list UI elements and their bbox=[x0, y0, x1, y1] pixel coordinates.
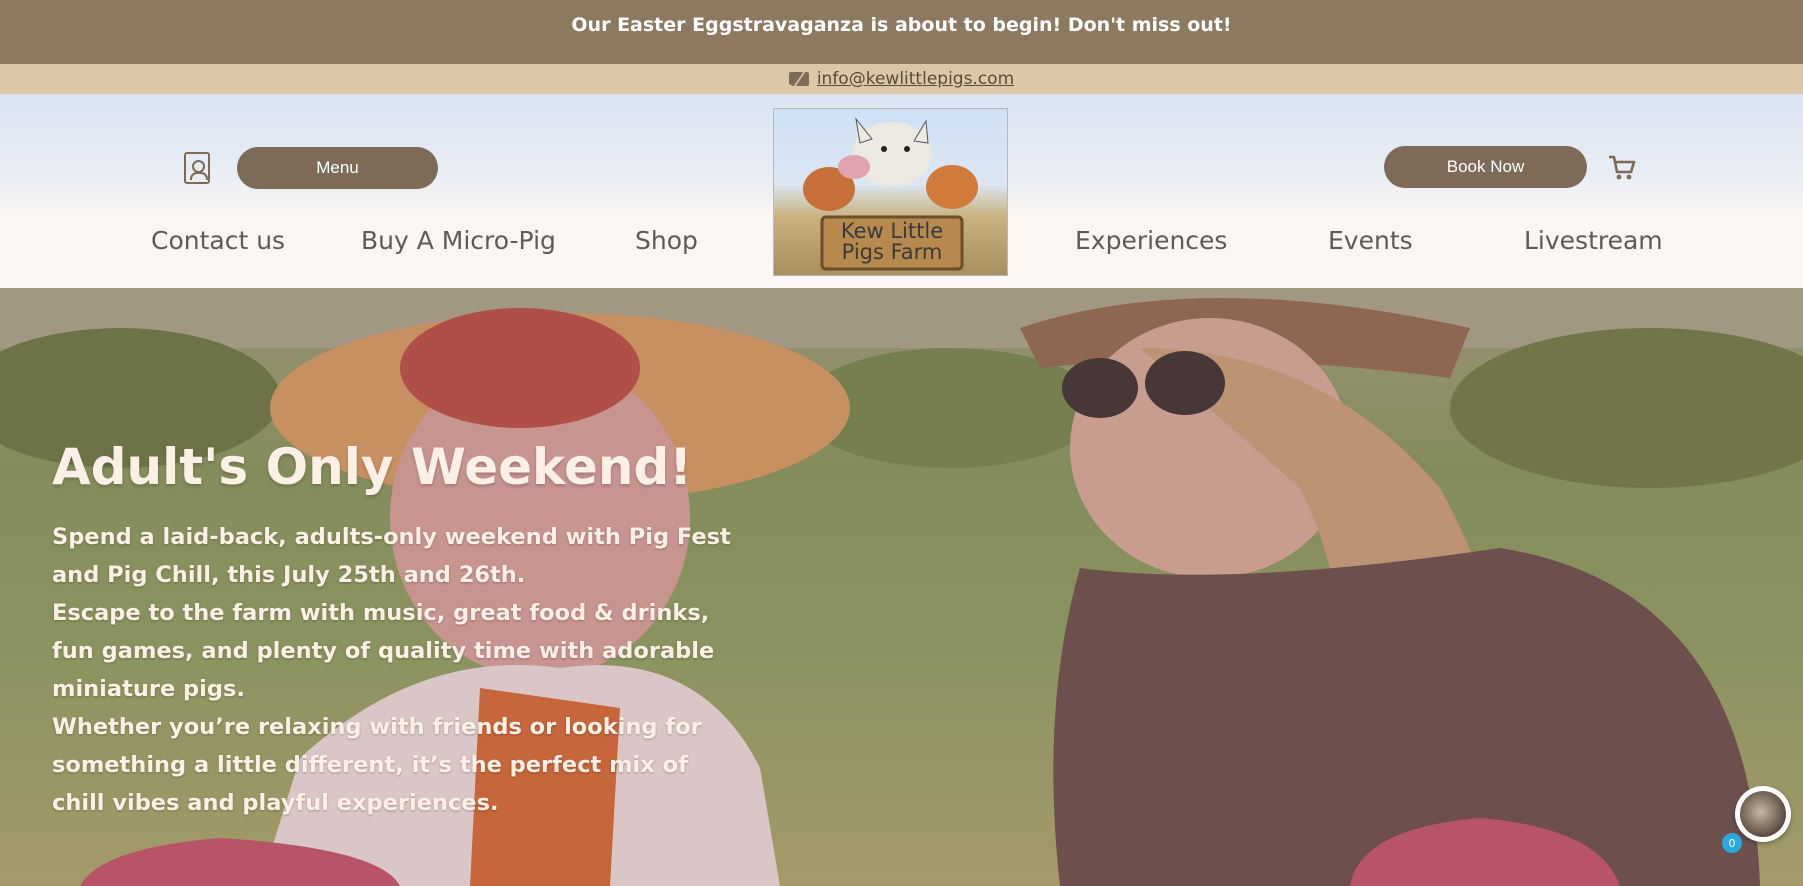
site-logo[interactable]: Kew Little Pigs Farm bbox=[773, 108, 1008, 276]
nav-livestream[interactable]: Livestream bbox=[1524, 226, 1663, 255]
nav-experiences[interactable]: Experiences bbox=[1075, 226, 1227, 255]
hero-line-8: chill vibes and playful experiences. bbox=[52, 790, 499, 816]
nav-shop[interactable]: Shop bbox=[635, 226, 698, 255]
chat-widget-button[interactable] bbox=[1735, 786, 1791, 842]
nav-buy-micro-pig[interactable]: Buy A Micro-Pig bbox=[361, 226, 556, 255]
cart-icon[interactable] bbox=[1608, 154, 1636, 182]
menu-button[interactable]: Menu bbox=[237, 147, 438, 189]
email-bar: info@kewlittlepigs.com bbox=[0, 64, 1803, 94]
contact-card-icon[interactable] bbox=[184, 152, 210, 184]
hero-line-6: Whether you’re relaxing with friends or … bbox=[52, 714, 702, 740]
announcement-bar: Our Easter Eggstravaganza is about to be… bbox=[0, 0, 1803, 64]
logo-text: Kew Little Pigs Farm bbox=[832, 221, 952, 263]
hero-line-7: something a little different, it’s the p… bbox=[52, 752, 688, 778]
hero-line-1: Spend a laid-back, adults-only weekend w… bbox=[52, 524, 731, 550]
hero-line-2: and Pig Chill, this July 25th and 26th. bbox=[52, 562, 526, 588]
book-now-button[interactable]: Book Now bbox=[1384, 146, 1587, 188]
announcement-text: Our Easter Eggstravaganza is about to be… bbox=[571, 14, 1232, 36]
nav-events[interactable]: Events bbox=[1328, 226, 1413, 255]
logo-text-line2: Pigs Farm bbox=[841, 240, 943, 264]
mail-icon bbox=[788, 72, 809, 86]
nav-contact-us[interactable]: Contact us bbox=[151, 226, 285, 255]
email-link[interactable]: info@kewlittlepigs.com bbox=[817, 69, 1014, 89]
logo-text-line1: Kew Little bbox=[840, 219, 944, 243]
hero-title: Adult's Only Weekend! bbox=[52, 438, 693, 496]
hero-line-4: fun games, and plenty of quality time wi… bbox=[52, 638, 715, 664]
chat-unread-badge: 0 bbox=[1722, 833, 1742, 853]
chat-avatar bbox=[1740, 791, 1786, 837]
hero-line-3: Escape to the farm with music, great foo… bbox=[52, 600, 710, 626]
hero-line-5: miniature pigs. bbox=[52, 676, 245, 702]
